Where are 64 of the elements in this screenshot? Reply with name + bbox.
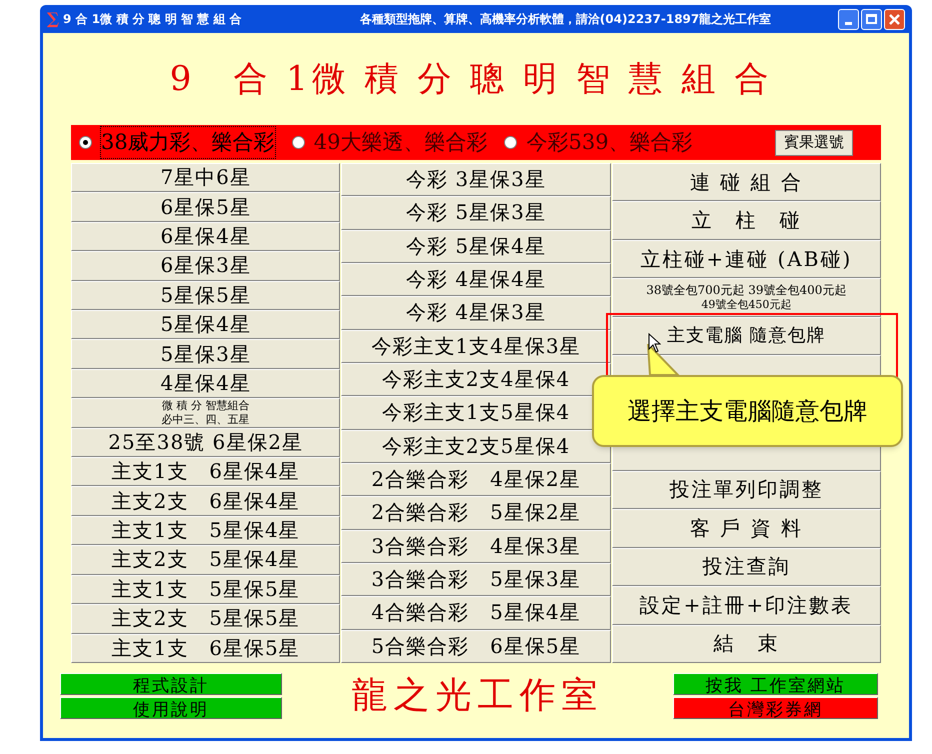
menu-button[interactable]: 今彩主支2支5星保4 xyxy=(341,430,611,463)
menu-button[interactable]: 5星保5星 xyxy=(71,280,340,310)
menu-button[interactable]: 5星保3星 xyxy=(71,339,340,369)
radio-button[interactable] xyxy=(504,136,518,149)
bingo-button[interactable]: 賓果選號 xyxy=(775,130,853,156)
menu-button[interactable]: 今彩主支1支4星保3星 xyxy=(341,330,611,363)
menu-button[interactable]: 6星保3星 xyxy=(71,251,340,281)
menu-button[interactable]: 主支電腦 隨意包牌 xyxy=(612,316,881,356)
radio-button[interactable] xyxy=(79,136,92,149)
mouse-cursor-icon xyxy=(648,333,661,353)
window-title: 9 合 1微 積 分 聰 明 智 慧 組 合 xyxy=(63,11,243,28)
link-button[interactable]: 使用說明 xyxy=(60,697,282,719)
menu-button[interactable]: 今彩 4星保3星 xyxy=(341,296,611,330)
menu-button[interactable]: 25至38號 6星保2星 xyxy=(71,428,340,458)
menu-button[interactable]: 主支1支 6星保4星 xyxy=(71,457,340,486)
menu-button[interactable]: 5星保4星 xyxy=(71,310,340,340)
menu-button[interactable]: 投注單列印調整 xyxy=(612,470,881,510)
window-caption: 各種類型拖牌、算牌、高機率分析軟體，請洽(04)2237-1897龍之光工作室 xyxy=(358,11,772,28)
menu-button[interactable]: 主支1支 6星保5星 xyxy=(71,634,340,663)
menu-button[interactable]: 3合樂合彩 4星保3星 xyxy=(341,530,611,563)
menu-button[interactable]: 設定+註冊+印注數表 xyxy=(612,586,881,625)
menu-button[interactable]: 2合樂合彩 5星保2星 xyxy=(341,496,611,530)
menu-button[interactable]: 主支2支 6星保4星 xyxy=(71,486,340,516)
radio-button[interactable] xyxy=(292,136,305,149)
menu-button[interactable]: 立柱碰+連碰 (AB碰) xyxy=(612,240,881,278)
menu-button[interactable]: 今彩主支2支4星保4 xyxy=(341,362,611,396)
menu-button[interactable]: 主支2支 5星保4星 xyxy=(71,545,340,575)
menu-button[interactable]: 主支1支 5星保5星 xyxy=(71,574,340,604)
menu-button[interactable]: 微 積 分 智慧組合 必中三、四、五星 xyxy=(71,398,340,428)
menu-button[interactable]: 連 碰 組 合 xyxy=(612,163,881,202)
menu-button[interactable]: 5合樂合彩 6星保5星 xyxy=(341,630,611,663)
menu-button[interactable]: 38號全包700元起 39號全包400元起 49號全包450元起 xyxy=(612,278,881,317)
callout-tooltip: 選擇主支電腦隨意包牌 xyxy=(592,375,903,447)
menu-button[interactable]: 7星中6星 xyxy=(71,163,340,192)
minimize-button[interactable] xyxy=(838,8,859,30)
menu-button[interactable]: 結 束 xyxy=(612,624,881,664)
menu-button[interactable]: 6星保4星 xyxy=(71,222,340,252)
app-heading: 9 合 1微 積 分 聰 明 智 慧 組 合 xyxy=(168,58,774,100)
menu-button[interactable]: 今彩 5星保4星 xyxy=(341,230,611,263)
maximize-button[interactable] xyxy=(861,8,882,30)
callout-pointer-icon xyxy=(646,344,680,376)
menu-button[interactable]: 4合樂合彩 5星保4星 xyxy=(341,596,611,630)
close-button[interactable] xyxy=(884,8,905,30)
studio-name: 龍之光工作室 xyxy=(350,674,604,718)
menu-button[interactable]: 主支1支 5星保4星 xyxy=(71,516,340,546)
menu-button[interactable]: 4星保4星 xyxy=(71,368,340,398)
menu-button[interactable]: 2合樂合彩 4星保2星 xyxy=(341,462,611,496)
radio-label[interactable]: 今彩539、樂合彩 xyxy=(525,126,694,160)
link-button[interactable]: 按我 工作室網站 xyxy=(673,673,878,695)
link-button[interactable]: 台灣彩券網 xyxy=(673,697,878,719)
radio-label[interactable]: 38威力彩、樂合彩 xyxy=(100,126,276,160)
menu-button[interactable]: 投注查詢 xyxy=(612,548,881,586)
menu-button[interactable]: 主支2支 5星保5星 xyxy=(71,604,340,634)
menu-button[interactable]: 立 柱 碰 xyxy=(612,201,881,240)
close-icon xyxy=(889,14,900,24)
sigma-icon: ∑ xyxy=(47,7,60,31)
menu-button[interactable]: 客 戶 資 料 xyxy=(612,509,881,548)
menu-button[interactable]: 今彩 4星保4星 xyxy=(341,262,611,296)
menu-button[interactable]: 6星保5星 xyxy=(71,192,340,222)
link-button[interactable]: 程式設計 xyxy=(60,673,282,695)
menu-button[interactable]: 今彩 3星保3星 xyxy=(341,163,611,196)
menu-button[interactable]: 今彩 5星保3星 xyxy=(341,196,611,230)
menu-button[interactable]: 3合樂合彩 5星保3星 xyxy=(341,562,611,596)
radio-label[interactable]: 49大樂透、樂合彩 xyxy=(312,126,488,160)
